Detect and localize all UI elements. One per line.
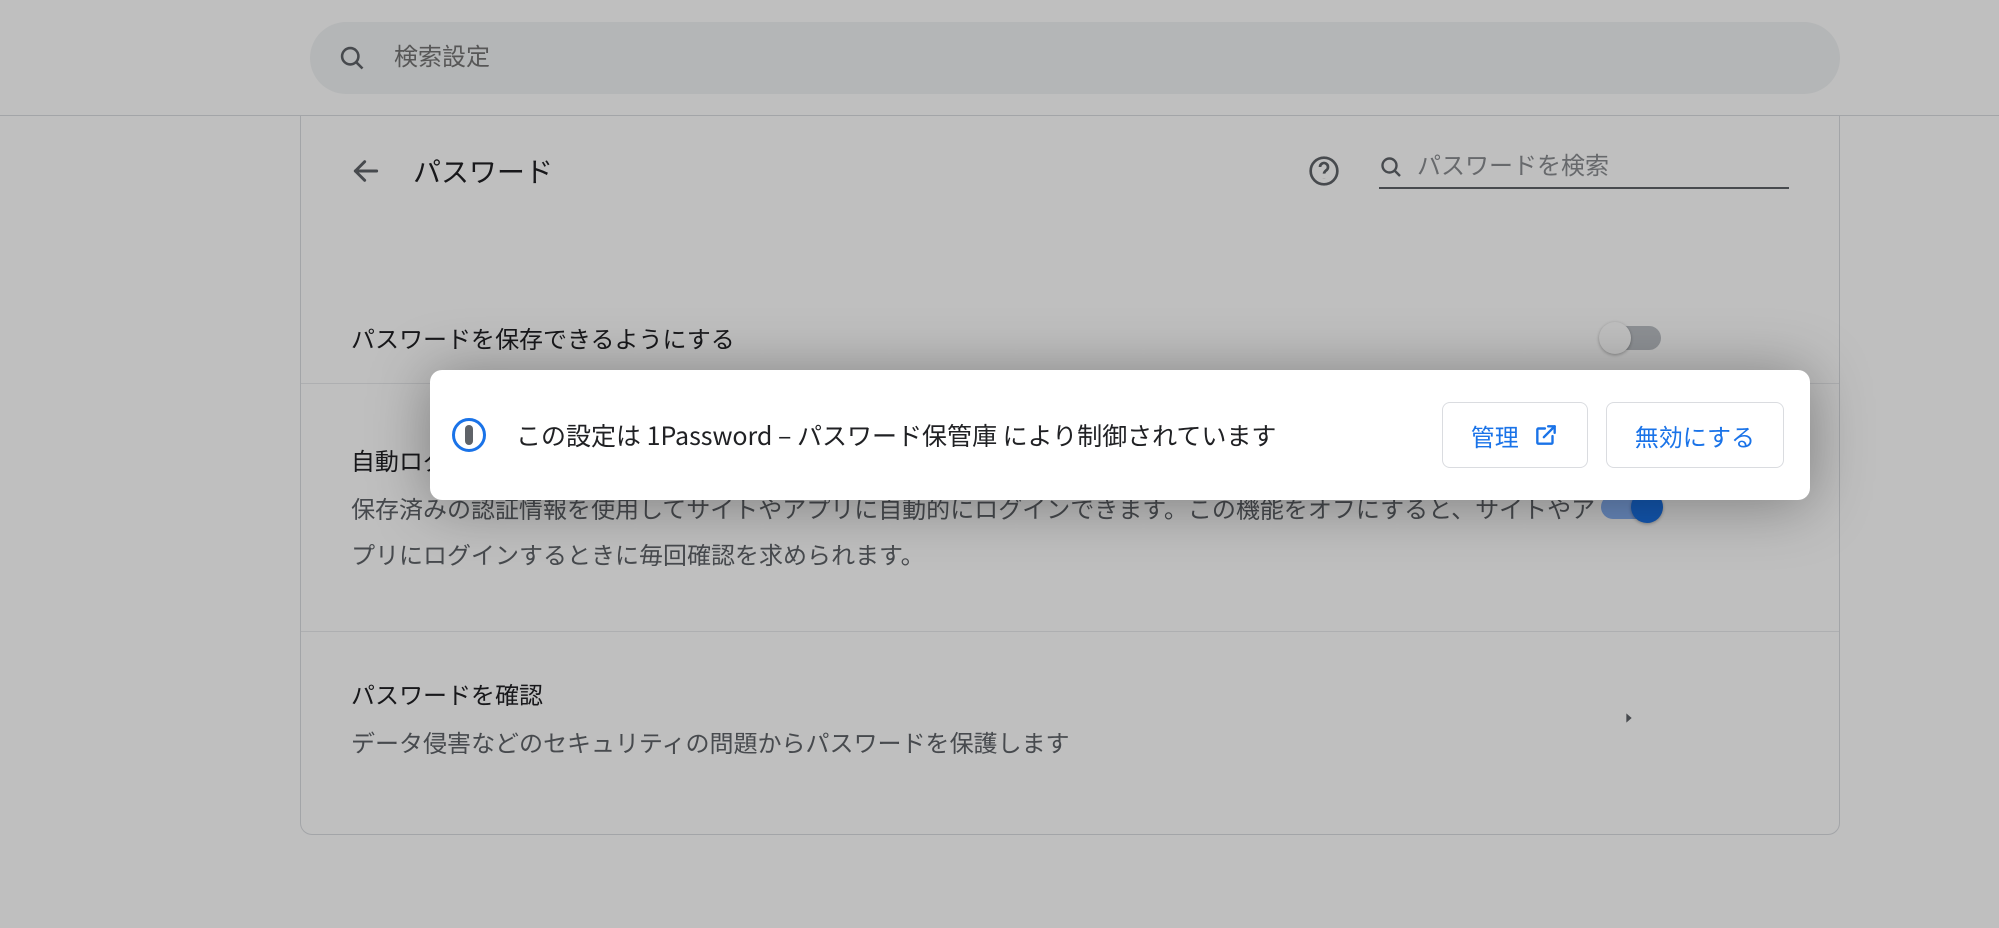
extension-notice-card: この設定は 1Password – パスワード保管庫 により制御されています 管…: [430, 370, 1810, 500]
manage-button[interactable]: 管理: [1442, 402, 1588, 468]
disable-button-label: 無効にする: [1635, 418, 1755, 453]
extension-icon: [452, 418, 486, 452]
open-external-icon: [1533, 422, 1559, 448]
disable-button[interactable]: 無効にする: [1606, 402, 1784, 468]
manage-button-label: 管理: [1471, 418, 1519, 453]
notice-text: この設定は 1Password – パスワード保管庫 により制御されています: [516, 414, 1400, 457]
